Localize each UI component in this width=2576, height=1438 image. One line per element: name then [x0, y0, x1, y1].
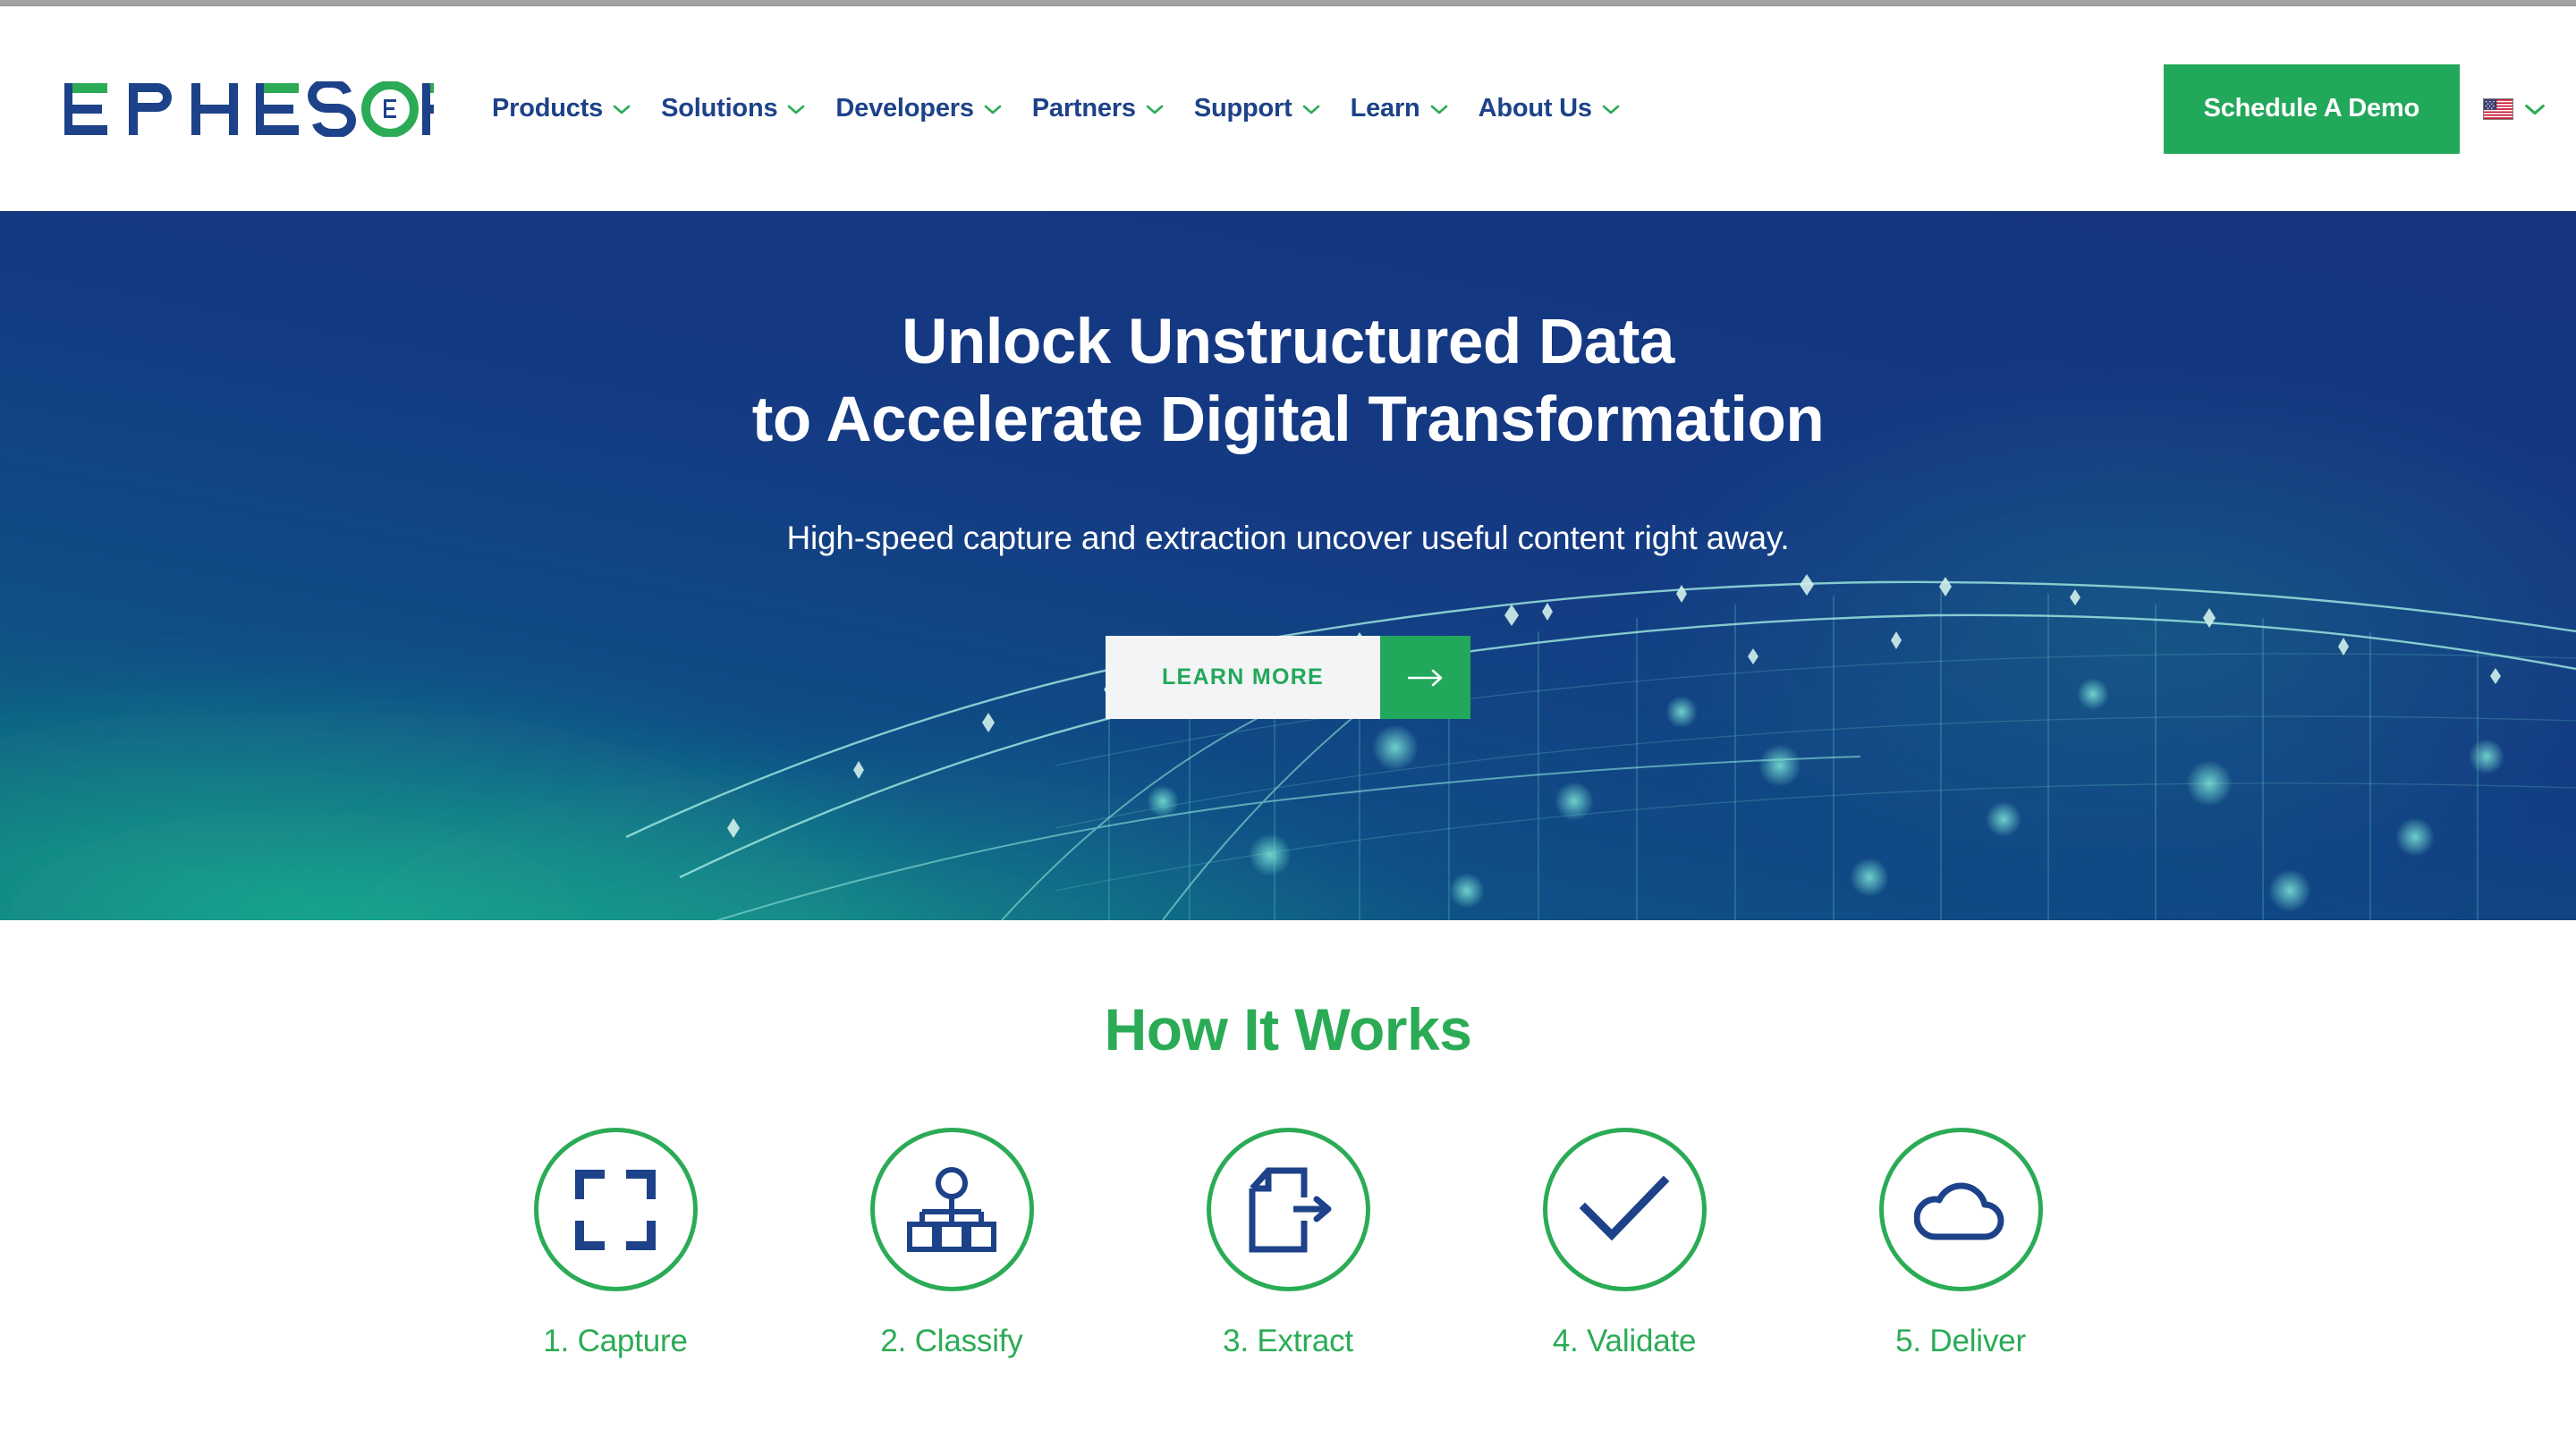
nav-item-partners[interactable]: Partners: [1017, 94, 1179, 123]
cloud-icon: [1914, 1182, 2004, 1239]
nav-item-support[interactable]: Support: [1179, 94, 1335, 123]
document-export-icon: [1249, 1167, 1332, 1252]
browser-chrome-strip: [0, 0, 2576, 6]
main-navigation: Products Solutions Developers Partners S…: [477, 94, 1635, 123]
checkmark-icon: [1580, 1175, 1669, 1240]
hero-title: Unlock Unstructured Data to Accelerate D…: [752, 304, 1825, 459]
nav-item-developers[interactable]: Developers: [820, 94, 1016, 123]
capture-frame-icon: [575, 1169, 656, 1250]
step-validate[interactable]: 4. Validate: [1499, 1128, 1750, 1359]
chevron-down-icon: [2525, 104, 2545, 114]
nav-item-products[interactable]: Products: [477, 94, 646, 123]
chevron-down-icon: [1602, 105, 1620, 114]
ephesoft-logo[interactable]: [63, 78, 434, 140]
learn-more-label: LEARN MORE: [1106, 636, 1380, 720]
nav-label: Learn: [1350, 94, 1420, 123]
hero-section: Unlock Unstructured Data to Accelerate D…: [0, 211, 2576, 920]
chevron-down-icon: [1430, 105, 1447, 114]
schedule-a-demo-button[interactable]: Schedule A Demo: [2163, 63, 2460, 154]
nav-label: Developers: [835, 94, 974, 123]
chevron-down-icon: [1146, 105, 1164, 114]
step-icon-circle: [533, 1128, 698, 1291]
header-right-group: Schedule A Demo: [2163, 6, 2576, 211]
step-label: 1. Capture: [543, 1324, 688, 1358]
step-classify[interactable]: 2. Classify: [826, 1128, 1077, 1359]
step-label: 4. Validate: [1552, 1324, 1697, 1358]
nav-label: Partners: [1031, 94, 1136, 123]
chevron-down-icon: [788, 105, 805, 114]
step-icon-circle: [869, 1128, 1034, 1291]
us-flag-icon: [2483, 97, 2513, 120]
nav-label: Products: [492, 94, 604, 123]
chevron-down-icon: [613, 105, 631, 114]
site-header: Products Solutions Developers Partners S…: [0, 6, 2576, 211]
how-it-works-section: How It Works 1. Capture 2. Classify 3. E…: [0, 920, 2576, 1359]
step-label: 3. Extract: [1223, 1324, 1353, 1358]
step-label: 5. Deliver: [1895, 1324, 2026, 1358]
learn-more-cta[interactable]: LEARN MORE: [1106, 636, 1470, 720]
hero-title-line1: Unlock Unstructured Data: [902, 307, 1674, 377]
arrow-right-icon: [1407, 669, 1442, 687]
step-deliver[interactable]: 5. Deliver: [1835, 1128, 2086, 1359]
step-icon-circle: [1878, 1128, 2043, 1291]
how-it-works-title: How It Works: [1104, 996, 1472, 1062]
hero-subtitle: High-speed capture and extraction uncove…: [786, 520, 1790, 557]
hero-title-line2: to Accelerate Digital Transformation: [751, 384, 1825, 455]
how-it-works-steps: 1. Capture 2. Classify 3. Extract 4. Val…: [0, 1128, 2576, 1359]
nav-label: Solutions: [661, 94, 778, 123]
hierarchy-tree-icon: [907, 1166, 996, 1252]
step-capture[interactable]: 1. Capture: [490, 1128, 741, 1359]
step-icon-circle: [1206, 1128, 1370, 1291]
chevron-down-icon: [984, 105, 1002, 114]
step-label: 2. Classify: [880, 1324, 1023, 1358]
nav-item-learn[interactable]: Learn: [1335, 94, 1463, 123]
nav-label: Support: [1193, 94, 1292, 123]
chevron-down-icon: [1302, 105, 1319, 114]
nav-item-about-us[interactable]: About Us: [1463, 94, 1635, 123]
step-extract[interactable]: 3. Extract: [1163, 1128, 1413, 1359]
ephesoft-logo-mark: [64, 80, 434, 137]
step-icon-circle: [1542, 1128, 1707, 1291]
learn-more-arrow-button[interactable]: [1380, 636, 1470, 720]
nav-label: About Us: [1478, 94, 1592, 123]
language-selector[interactable]: [2460, 97, 2576, 120]
nav-item-solutions[interactable]: Solutions: [646, 94, 820, 123]
